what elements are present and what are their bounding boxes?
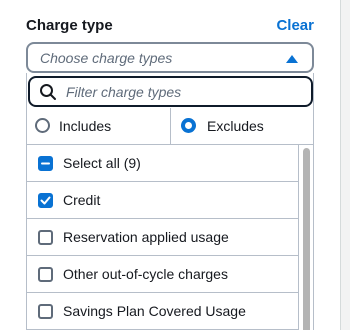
list-item-select-all[interactable]: Select all (9): [27, 145, 299, 182]
list-item-reservation-applied-usage[interactable]: Reservation applied usage: [27, 219, 299, 256]
list-item-savings-plan[interactable]: Savings Plan Covered Usage: [27, 293, 299, 330]
checkmark-icon: [40, 196, 51, 205]
excludes-radio[interactable]: [181, 118, 196, 133]
filter-title: Charge type: [26, 17, 113, 34]
page-scroll-edge: [340, 0, 350, 330]
excludes-option[interactable]: Excludes: [171, 108, 313, 145]
list-item-credit[interactable]: Credit: [27, 182, 299, 219]
scrollbar-thumb[interactable]: [303, 148, 310, 330]
other-charges-checkbox[interactable]: [38, 267, 53, 282]
include-exclude-toggle: Includes Excludes: [27, 108, 313, 145]
search-icon: [40, 84, 56, 100]
filter-input[interactable]: Filter charge types: [28, 76, 313, 107]
savings-plan-checkbox[interactable]: [38, 304, 53, 319]
list-item-other-out-of-cycle[interactable]: Other out-of-cycle charges: [27, 256, 299, 293]
list-scrollbar[interactable]: [300, 145, 313, 330]
credit-checkbox[interactable]: [38, 193, 53, 208]
select-placeholder: Choose charge types: [40, 50, 173, 66]
caret-up-icon: [286, 55, 298, 63]
includes-radio[interactable]: [35, 118, 50, 133]
excludes-label: Excludes: [207, 118, 264, 134]
clear-link[interactable]: Clear: [276, 17, 314, 34]
charge-type-list: Select all (9) Credit Reservation applie…: [27, 145, 299, 330]
includes-label: Includes: [59, 118, 112, 134]
reservation-checkbox[interactable]: [38, 230, 53, 245]
minus-icon: [41, 162, 50, 165]
item-label: Select all (9): [63, 155, 141, 171]
item-label: Other out-of-cycle charges: [63, 266, 228, 282]
item-label: Credit: [63, 192, 101, 208]
filter-placeholder: Filter charge types: [66, 84, 182, 100]
filter-header: Charge type Clear: [26, 16, 314, 38]
includes-option[interactable]: Includes: [27, 108, 171, 145]
charge-type-select[interactable]: Choose charge types: [26, 42, 314, 73]
select-all-checkbox[interactable]: [38, 156, 53, 171]
item-label: Savings Plan Covered Usage: [63, 303, 246, 319]
item-label: Reservation applied usage: [63, 229, 229, 245]
